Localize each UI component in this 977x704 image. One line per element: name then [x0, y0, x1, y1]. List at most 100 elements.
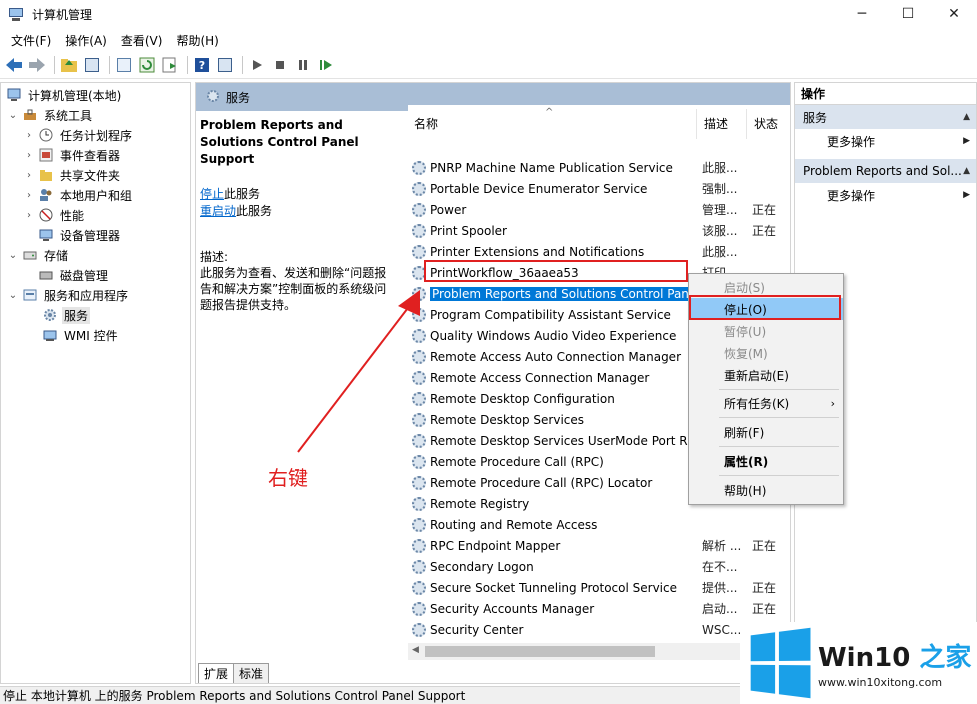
actions-title: 操作	[795, 83, 976, 105]
collapse-icon[interactable]: ▲	[963, 166, 970, 176]
ctx-help[interactable]: 帮助(H)	[689, 479, 843, 501]
more-actions-selected-service[interactable]: 更多操作 ▶	[795, 183, 976, 207]
stop-service-icon[interactable]	[270, 55, 290, 75]
ctx-resume[interactable]: 恢复(M)	[689, 342, 843, 364]
service-name: Print Spooler	[430, 223, 507, 238]
navigation-tree: 计算机管理(本地) ⌄ 系统工具 › 任务计划程序 › 事件查看器 › 共享文件…	[0, 82, 191, 684]
chevron-right-icon[interactable]: ›	[23, 130, 35, 141]
horizontal-scrollbar[interactable]: ◀ ▶	[408, 643, 790, 660]
resume-service-icon[interactable]	[316, 55, 336, 75]
ctx-properties[interactable]: 属性(R)	[689, 450, 843, 472]
tab-extended[interactable]: 扩展	[198, 663, 235, 683]
service-name: Remote Desktop Configuration	[430, 391, 615, 406]
start-service-icon[interactable]	[247, 55, 267, 75]
tree-item-shared-folders[interactable]: › 共享文件夹	[23, 165, 122, 185]
service-name: Remote Access Connection Manager	[430, 370, 650, 385]
scroll-left-icon[interactable]: ◀	[412, 645, 419, 655]
description-label: 描述:	[200, 250, 229, 264]
chevron-down-icon[interactable]: ⌄	[7, 110, 19, 121]
gear-icon	[412, 370, 426, 385]
tree-item-wmi[interactable]: WMI 控件	[39, 325, 120, 345]
gear-icon	[412, 202, 426, 217]
gear-icon	[412, 622, 426, 637]
tree-item-local-users[interactable]: › 本地用户和组	[23, 185, 134, 205]
pause-service-icon[interactable]	[293, 55, 313, 75]
refresh-icon[interactable]	[137, 55, 157, 75]
tree-item-device-manager[interactable]: 设备管理器	[35, 225, 122, 245]
tree-item-computer-management[interactable]: 计算机管理(本地)	[3, 85, 123, 105]
close-button[interactable]: ✕	[931, 0, 977, 28]
scrollbar-thumb[interactable]	[425, 646, 655, 657]
gear-icon	[412, 160, 426, 175]
tree-item-task-scheduler[interactable]: › 任务计划程序	[23, 125, 134, 145]
maximize-button[interactable]: ☐	[885, 0, 931, 28]
gear-icon	[412, 559, 426, 574]
gear-icon	[412, 454, 426, 469]
tree-item-services-apps[interactable]: ⌄ 服务和应用程序	[7, 285, 130, 305]
column-header-description[interactable]: 描述	[704, 105, 728, 141]
menu-view[interactable]: 查看(V)	[114, 32, 170, 49]
export-icon[interactable]	[160, 55, 180, 75]
service-description: 在不...	[702, 560, 738, 574]
show-hide-tree-icon[interactable]	[82, 55, 102, 75]
chevron-right-icon[interactable]: ›	[23, 170, 35, 181]
chevron-right-icon[interactable]: ›	[23, 190, 35, 201]
service-description: 管理...	[702, 203, 738, 217]
table-row[interactable]: Security Accounts Manager 启动... 正在	[408, 598, 790, 619]
chevron-down-icon[interactable]: ⌄	[7, 290, 19, 301]
table-row[interactable]: Portable Device Enumerator Service 强制...	[408, 178, 790, 199]
properties-icon[interactable]	[114, 55, 134, 75]
actions-section-selected-service[interactable]: Problem Reports and Sol... ▲	[795, 159, 976, 183]
tree-item-storage[interactable]: ⌄ 存储	[7, 245, 70, 265]
forward-icon[interactable]	[27, 55, 47, 75]
stop-service-link[interactable]: 停止	[200, 187, 224, 201]
service-status: 正在	[752, 203, 777, 217]
chevron-down-icon[interactable]: ⌄	[7, 250, 19, 261]
actions-section-services[interactable]: 服务 ▲	[795, 105, 976, 129]
help-icon[interactable]: ?	[192, 55, 212, 75]
table-row[interactable]: Secondary Logon 在不...	[408, 556, 790, 577]
up-folder-icon[interactable]	[59, 55, 79, 75]
more-actions-services[interactable]: 更多操作 ▶	[795, 129, 976, 153]
restart-service-link[interactable]: 重启动	[200, 204, 236, 218]
table-row[interactable]: Printer Extensions and Notifications 此服..…	[408, 241, 790, 262]
gear-icon	[412, 433, 426, 448]
chevron-right-icon[interactable]: ›	[23, 150, 35, 161]
tree-item-disk-management[interactable]: 磁盘管理	[35, 265, 110, 285]
tab-standard[interactable]: 标准	[233, 663, 270, 683]
collapse-icon[interactable]: ▲	[963, 112, 970, 122]
ctx-restart[interactable]: 重新启动(E)	[689, 364, 843, 386]
table-row[interactable]: Print Spooler 该服... 正在	[408, 220, 790, 241]
chevron-right-icon[interactable]: ›	[23, 210, 35, 221]
tree-item-performance[interactable]: › 性能	[23, 205, 86, 225]
tree-item-services[interactable]: 服务	[39, 305, 91, 325]
menu-help[interactable]: 帮助(H)	[169, 32, 225, 49]
services-apps-icon	[22, 287, 38, 303]
table-row[interactable]: Routing and Remote Access	[408, 514, 790, 535]
tree-item-system-tools[interactable]: ⌄ 系统工具	[7, 105, 94, 125]
menu-action[interactable]: 操作(A)	[58, 32, 114, 49]
tree-item-event-viewer[interactable]: › 事件查看器	[23, 145, 122, 165]
table-row[interactable]: Security CenterWSC...正在	[408, 619, 790, 640]
ctx-refresh[interactable]: 刷新(F)	[689, 421, 843, 443]
minimize-button[interactable]: ─	[839, 0, 885, 28]
ctx-pause[interactable]: 暂停(U)	[689, 320, 843, 342]
disk-icon	[38, 267, 54, 283]
table-row[interactable]: Secure Socket Tunneling Protocol Service…	[408, 577, 790, 598]
shared-folder-icon	[38, 167, 54, 183]
table-row[interactable]: PNRP Machine Name Publication Service 此服.…	[408, 157, 790, 178]
console-view-icon[interactable]	[215, 55, 235, 75]
computer-icon	[6, 87, 22, 103]
performance-icon	[38, 207, 54, 223]
back-icon[interactable]	[4, 55, 24, 75]
table-row[interactable]: Power 管理... 正在	[408, 199, 790, 220]
service-description: 强制...	[702, 182, 738, 196]
windows-logo-icon	[750, 627, 811, 699]
service-description: WSC...	[702, 622, 742, 637]
gear-icon	[412, 601, 426, 616]
menu-file[interactable]: 文件(F)	[4, 32, 58, 49]
column-header-name[interactable]: 名称	[414, 105, 438, 141]
column-header-status[interactable]: 状态	[754, 105, 778, 141]
ctx-all-tasks[interactable]: 所有任务(K) ›	[689, 392, 843, 414]
table-row[interactable]: RPC Endpoint Mapper 解析 ... 正在	[408, 535, 790, 556]
